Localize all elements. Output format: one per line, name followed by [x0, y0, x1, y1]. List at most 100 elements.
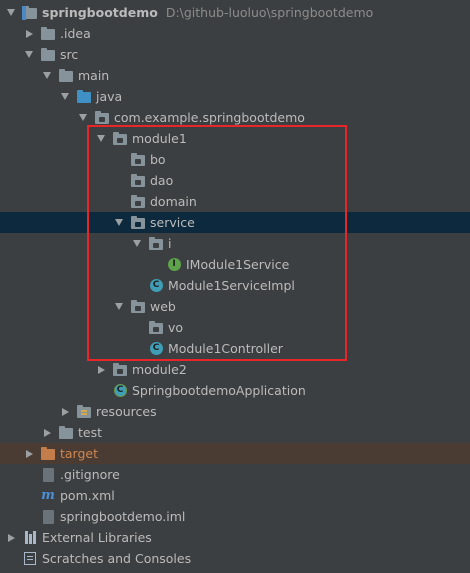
imodule1service-label: IModule1Service — [186, 257, 290, 272]
folder-icon — [40, 47, 56, 63]
tree-item-package[interactable]: com.example.springbootdemo — [0, 107, 470, 128]
maven-icon: m — [40, 488, 56, 504]
maven-letter: m — [41, 488, 55, 503]
text-file-icon — [40, 467, 56, 483]
tree-item-service[interactable]: service — [0, 212, 470, 233]
bo-label: bo — [150, 152, 166, 167]
tree-item-web[interactable]: web — [0, 296, 470, 317]
package-icon — [130, 299, 146, 315]
expand-arrow-icon[interactable] — [24, 443, 34, 464]
tree-item-java[interactable]: java — [0, 86, 470, 107]
tree-item-imodule1service[interactable]: I IModule1Service — [0, 254, 470, 275]
tree-item-test[interactable]: test — [0, 422, 470, 443]
package-icon — [148, 236, 164, 252]
tree-item-module1controller[interactable]: C Module1Controller — [0, 338, 470, 359]
tree-item-domain[interactable]: domain — [0, 191, 470, 212]
tree-item-module2[interactable]: module2 — [0, 359, 470, 380]
package-icon — [130, 215, 146, 231]
collapse-arrow-icon[interactable] — [114, 212, 124, 233]
collapse-arrow-icon[interactable] — [96, 128, 106, 149]
application-label: SpringbootdemoApplication — [132, 383, 306, 398]
collapse-arrow-icon[interactable] — [42, 65, 52, 86]
folder-icon — [40, 26, 56, 42]
resources-label: resources — [96, 404, 157, 419]
tree-item-scratches[interactable]: Scratches and Consoles — [0, 548, 470, 569]
tree-item-i[interactable]: i — [0, 233, 470, 254]
module1serviceimpl-label: Module1ServiceImpl — [168, 278, 295, 293]
tree-item-target[interactable]: target — [0, 443, 470, 464]
tree-item-resources[interactable]: resources — [0, 401, 470, 422]
idea-label: .idea — [60, 26, 91, 41]
tree-item-bo[interactable]: bo — [0, 149, 470, 170]
package-label: com.example.springbootdemo — [114, 110, 305, 125]
expand-arrow-icon[interactable] — [60, 401, 70, 422]
collapse-arrow-icon[interactable] — [24, 44, 34, 65]
test-label: test — [78, 425, 103, 440]
package-icon — [94, 110, 110, 126]
collapse-arrow-icon[interactable] — [78, 107, 88, 128]
expand-arrow-icon[interactable] — [96, 359, 106, 380]
package-icon — [112, 362, 128, 378]
tree-item-idea[interactable]: .idea — [0, 23, 470, 44]
package-icon — [148, 320, 164, 336]
class-letter: C — [149, 342, 163, 355]
module1controller-label: Module1Controller — [168, 341, 283, 356]
libraries-icon — [22, 530, 38, 546]
target-label: target — [60, 446, 99, 461]
class-icon: C — [148, 278, 164, 294]
module-file-icon — [40, 509, 56, 525]
root-label: springbootdemo — [42, 5, 158, 20]
collapse-arrow-icon[interactable] — [114, 296, 124, 317]
tree-item-main[interactable]: main — [0, 65, 470, 86]
java-label: java — [96, 89, 123, 104]
resources-folder-icon — [76, 404, 92, 420]
tree-item-module1[interactable]: module1 — [0, 128, 470, 149]
tree-item-iml[interactable]: springbootdemo.iml — [0, 506, 470, 527]
module1-label: module1 — [132, 131, 187, 146]
collapse-arrow-icon[interactable] — [6, 2, 16, 23]
class-icon: C — [148, 341, 164, 357]
external-libraries-label: External Libraries — [42, 530, 152, 545]
tree-item-pom[interactable]: m pom.xml — [0, 485, 470, 506]
spring-boot-class-icon: C — [112, 383, 128, 399]
folder-icon — [58, 425, 74, 441]
tree-item-dao[interactable]: dao — [0, 170, 470, 191]
class-letter: C — [149, 279, 163, 292]
src-label: src — [60, 47, 79, 62]
collapse-arrow-icon[interactable] — [60, 86, 70, 107]
expand-arrow-icon[interactable] — [24, 23, 34, 44]
main-label: main — [78, 68, 110, 83]
project-tree-panel: springbootdemo D:\github-luoluo\springbo… — [0, 0, 470, 573]
iml-label: springbootdemo.iml — [60, 509, 186, 524]
tree-item-module1serviceimpl[interactable]: C Module1ServiceImpl — [0, 275, 470, 296]
tree-item-application[interactable]: C SpringbootdemoApplication — [0, 380, 470, 401]
folder-icon — [58, 68, 74, 84]
tree-item-vo[interactable]: vo — [0, 317, 470, 338]
tree-item-root[interactable]: springbootdemo D:\github-luoluo\springbo… — [0, 2, 470, 23]
pom-label: pom.xml — [60, 488, 115, 503]
package-icon — [130, 152, 146, 168]
i-label: i — [168, 236, 172, 251]
dao-label: dao — [150, 173, 174, 188]
excluded-folder-icon — [40, 446, 56, 462]
tree-item-gitignore[interactable]: .gitignore — [0, 464, 470, 485]
interface-icon: I — [166, 257, 182, 273]
root-path: D:\github-luoluo\springbootdemo — [165, 5, 374, 20]
package-icon — [130, 194, 146, 210]
gitignore-label: .gitignore — [60, 467, 120, 482]
class-letter: C — [113, 384, 127, 397]
tree-item-src[interactable]: src — [0, 44, 470, 65]
web-label: web — [150, 299, 176, 314]
expand-arrow-icon[interactable] — [42, 422, 52, 443]
service-label: service — [150, 215, 195, 230]
collapse-arrow-icon[interactable] — [132, 233, 142, 254]
expand-arrow-icon[interactable] — [6, 527, 16, 548]
module-folder-icon — [22, 5, 38, 21]
scratches-icon — [22, 551, 38, 567]
package-icon — [112, 131, 128, 147]
scratches-label: Scratches and Consoles — [42, 551, 192, 566]
domain-label: domain — [150, 194, 197, 209]
package-icon — [130, 173, 146, 189]
interface-letter: I — [167, 258, 181, 271]
tree-item-external-libraries[interactable]: External Libraries — [0, 527, 470, 548]
